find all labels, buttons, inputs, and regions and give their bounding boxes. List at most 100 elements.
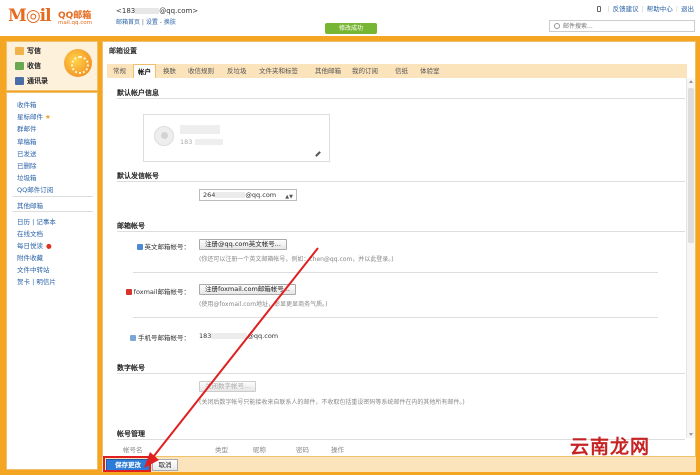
link-help[interactable]: 帮助中心 <box>647 5 673 13</box>
masked-nickname <box>180 125 220 134</box>
write-label: 写信 <box>27 47 41 55</box>
contacts-label: 通讯录 <box>27 77 48 85</box>
logo-moil: M◎il <box>8 6 52 26</box>
tab-folders[interactable]: 文件夹和标签 <box>259 64 298 78</box>
save-changes-button[interactable]: 保存更改 <box>106 459 150 471</box>
column-action: 操作 <box>331 446 344 454</box>
top-header: M◎il QQ邮箱 mail.qq.com <183 @qq.com> 邮箱首页 … <box>0 0 700 36</box>
column-type: 类型 <box>215 446 228 454</box>
phone-account-value: 183 @qq.com <box>199 332 278 340</box>
phone-icon[interactable] <box>597 6 602 12</box>
tab-subscriptions[interactable]: 我的订阅 <box>352 64 378 78</box>
tab-antispam[interactable]: 反垃圾 <box>227 64 247 78</box>
cancel-button[interactable]: 取消 <box>152 459 178 471</box>
english-mail-icon <box>136 244 143 250</box>
sidebar-item-calendar[interactable]: 日历 | 记事本 <box>17 216 56 226</box>
select-caret-icon: ▲▼ <box>285 194 293 200</box>
receive-button[interactable]: 收信 <box>15 61 41 71</box>
register-english-button[interactable]: 注册@qq.com英文帐号... <box>199 239 287 250</box>
close-digit-account-button[interactable]: 关闭数字帐号... <box>199 381 257 392</box>
mail-search-box[interactable] <box>549 20 695 32</box>
edit-pencil-icon[interactable] <box>315 151 321 157</box>
tab-general[interactable]: 常规 <box>113 64 126 78</box>
link-skin[interactable]: 换肤 <box>164 19 176 26</box>
contacts-icon <box>15 77 24 85</box>
contacts-button[interactable]: 通讯录 <box>15 76 48 86</box>
sidebar-item-subscriptions[interactable]: QQ邮件订阅 <box>17 184 53 194</box>
sidebar-item-file-transfer[interactable]: 文件中转站 <box>17 264 50 274</box>
sidebar-actions: 写信 收信 通讯录 <box>6 41 98 91</box>
scroll-down-icon[interactable] <box>689 433 693 436</box>
masked-text <box>135 8 160 14</box>
column-nickname: 昵称 <box>253 446 266 454</box>
foxmail-hint: (使用@foxmail.com地址，彰显更显商务气质。) <box>199 301 328 308</box>
link-logout[interactable]: 退出 <box>681 5 694 13</box>
tab-account[interactable]: 帐户 <box>133 64 156 78</box>
orange-fruit-icon <box>64 49 92 77</box>
sidebar-item-deleted[interactable]: 已删除 <box>17 160 37 170</box>
starred-label: 星标邮件 <box>17 113 43 121</box>
daily-read-label: 每日悦读 <box>17 242 43 250</box>
row-divider <box>133 272 658 273</box>
sidebar-item-starred[interactable]: 星标邮件 ★ <box>17 111 51 121</box>
avatar[interactable] <box>154 126 174 146</box>
search-input[interactable] <box>563 21 688 31</box>
pencil-icon <box>15 47 24 55</box>
column-password: 密码 <box>296 446 309 454</box>
link-mail-home[interactable]: 邮箱首页 <box>116 19 140 26</box>
masked-text <box>215 192 246 198</box>
english-label-text: 英文邮箱帐号： <box>144 243 191 251</box>
link-settings[interactable]: 设置 <box>146 19 158 26</box>
section-divider <box>117 231 685 232</box>
sidebar-item-docs[interactable]: 在线文档 <box>17 228 43 238</box>
receive-label: 收信 <box>27 62 41 70</box>
account-suffix: @qq.com> <box>159 7 199 15</box>
tab-stationery[interactable]: 信纸 <box>395 64 408 78</box>
section-divider <box>117 181 685 182</box>
link-feedback[interactable]: 反馈建议 <box>613 5 639 13</box>
scroll-up-icon[interactable] <box>689 80 693 83</box>
sidebar-divider <box>13 211 93 212</box>
default-sender-select[interactable]: 264 @qq.com ▲▼ <box>199 189 297 201</box>
vertical-scrollbar[interactable] <box>686 78 695 438</box>
tab-rules[interactable]: 收信规则 <box>188 64 214 78</box>
sidebar-item-drafts[interactable]: 草稿箱 <box>17 136 37 146</box>
mobile-icon <box>130 335 136 341</box>
account-prefix: <183 <box>116 7 136 15</box>
tab-skin[interactable]: 换肤 <box>163 64 176 78</box>
section-digit-account: 数字帐号 <box>117 364 145 372</box>
settings-tabs: 常规 帐户 换肤 收信规则 反垃圾 文件夹和标签 其他邮箱 我的订阅 信纸 体验… <box>107 64 687 78</box>
phone-prefix: 183 <box>199 332 212 340</box>
sidebar-item-cards[interactable]: 贺卡 | 明信片 <box>17 276 56 286</box>
phone-account-label: 手机号邮箱帐号： <box>125 332 190 342</box>
foxmail-account-label: foxmail邮箱帐号： <box>125 286 190 296</box>
tab-other-mailbox[interactable]: 其他邮箱 <box>315 64 341 78</box>
register-foxmail-button[interactable]: 注册foxmail.com邮箱帐号... <box>199 284 296 295</box>
row-divider <box>133 317 658 318</box>
sidebar-item-spam[interactable]: 垃圾箱 <box>17 172 37 182</box>
star-icon: ★ <box>45 113 51 121</box>
foxmail-label-text: foxmail邮箱帐号： <box>133 288 190 296</box>
section-account-manage: 帐号管理 <box>117 430 145 438</box>
scroll-thumb[interactable] <box>688 88 694 243</box>
digit-hint: (关闭后数字帐号只能接收来自联系人的邮件，不收取包括重设密码等系统邮件在内的其他… <box>199 399 465 406</box>
sidebar-item-daily-read[interactable]: 每日悦读 ● <box>17 240 52 250</box>
top-links: | 反馈建议 | 帮助中心 | 退出 <box>597 3 694 13</box>
inbox-icon <box>15 62 24 70</box>
sidebar-item-group[interactable]: 群邮件 <box>17 123 37 133</box>
sender-suffix: @qq.com <box>245 191 277 199</box>
sidebar-item-attachments[interactable]: 附件收藏 <box>17 252 43 262</box>
tab-lab[interactable]: 体验室 <box>420 64 440 78</box>
account-address: <183 @qq.com> <box>116 7 198 15</box>
page-title: 邮箱设置 <box>109 47 137 55</box>
qqmail-logo[interactable]: M◎il QQ邮箱 mail.qq.com <box>8 6 103 32</box>
sidebar-item-sent[interactable]: 已发送 <box>17 148 37 158</box>
english-hint: (你还可以注册一个英文邮箱帐号，例如：chen@qq.com，并以此登录。) <box>199 256 394 263</box>
section-divider <box>117 98 685 99</box>
english-account-label: 英文邮箱帐号： <box>135 241 190 251</box>
write-button[interactable]: 写信 <box>15 46 41 56</box>
account-card: 183 <box>143 114 330 162</box>
sidebar-item-inbox[interactable]: 收件箱 <box>17 99 37 109</box>
masked-text <box>211 333 248 339</box>
sidebar-item-other-mailbox[interactable]: 其他邮箱 <box>17 200 43 210</box>
